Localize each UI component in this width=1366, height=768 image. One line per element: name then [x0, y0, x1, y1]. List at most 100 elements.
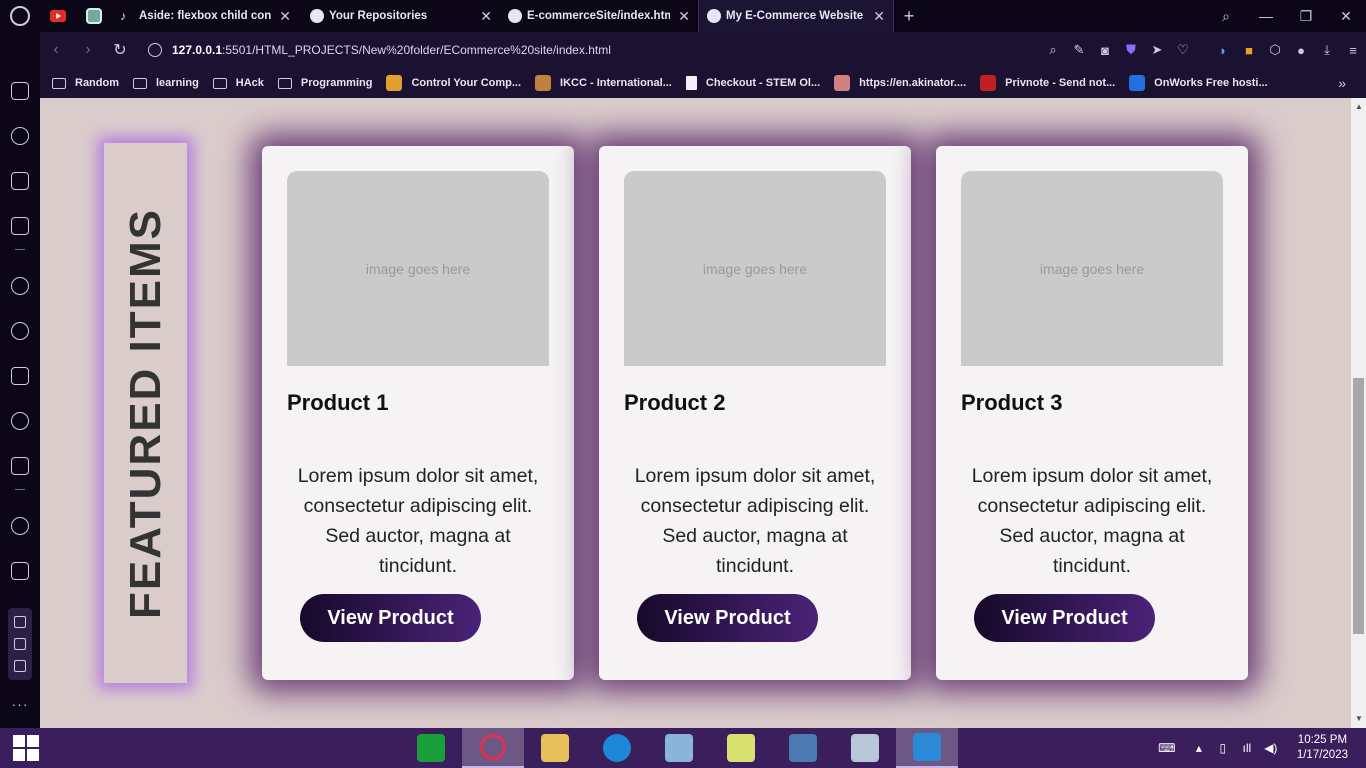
url-field[interactable]: 127.0.0.1:5501/HTML_PROJECTS/New%20folde… [172, 43, 611, 57]
twitter-icon[interactable] [11, 412, 29, 430]
battery-icon[interactable]: ▯ [1211, 741, 1235, 755]
tab-strip: ♪ Aside: flexbox child con ✕ Your Reposi… [0, 0, 1366, 32]
send-icon[interactable]: ➤ [1144, 40, 1170, 60]
vpn-shield-icon[interactable]: ⛊ [1118, 40, 1144, 60]
close-window-button[interactable]: ✕ [1326, 8, 1366, 25]
forward-button[interactable]: › [72, 41, 104, 59]
search-tabs-icon[interactable]: ⌕ [1206, 8, 1246, 25]
close-tab-icon[interactable]: ✕ [279, 8, 291, 25]
keyboard-icon[interactable]: ⌨ [1147, 741, 1187, 755]
messenger-icon[interactable] [11, 277, 29, 295]
taskbar-apps [400, 728, 958, 768]
whatsapp-icon[interactable] [11, 322, 29, 340]
profile-icon[interactable]: ● [1288, 40, 1314, 60]
taskbar-sticky-notes[interactable] [710, 728, 772, 768]
bookmark-ikcc[interactable]: IKCC - International... [535, 75, 672, 91]
opera-logo-icon [10, 6, 30, 26]
bookmark-folder-learning[interactable]: learning [133, 77, 199, 89]
instagram-icon[interactable] [11, 367, 29, 385]
bookmark-onworks[interactable]: OnWorks Free hosti... [1129, 75, 1268, 91]
taskbar-store[interactable] [400, 728, 462, 768]
cpu-limiter-icon[interactable] [14, 638, 26, 650]
minimize-button[interactable]: — [1246, 8, 1286, 24]
more-bookmarks-icon[interactable]: » [1338, 75, 1346, 91]
taskbar-vscode[interactable] [896, 728, 958, 768]
bookmark-label: Control Your Comp... [411, 77, 522, 89]
scroll-up-icon[interactable]: ▲ [1355, 102, 1363, 111]
site-icon [535, 75, 552, 91]
heart-icon[interactable]: ♡ [1170, 40, 1196, 60]
twitch-icon[interactable] [11, 217, 29, 235]
new-tab-button[interactable]: + [894, 6, 924, 27]
back-button[interactable]: ‹ [40, 41, 72, 59]
bookmark-folder-random[interactable]: Random [52, 77, 119, 89]
snapshot-icon[interactable]: ◙ [1092, 40, 1118, 60]
tab-aside-flexbox[interactable]: ♪ Aside: flexbox child con ✕ [112, 0, 302, 32]
taskbar-file-explorer[interactable] [524, 728, 586, 768]
bookmark-folder-programming[interactable]: Programming [277, 77, 372, 89]
bookmark-akinator[interactable]: https://en.akinator.... [834, 75, 966, 91]
image-placeholder-text: image goes here [702, 260, 808, 277]
tab-my-ecommerce-website[interactable]: My E-Commerce Website ✕ [698, 0, 894, 32]
image-placeholder-text: image goes here [365, 260, 471, 277]
view-product-button[interactable]: View Product [974, 594, 1155, 642]
scroll-down-icon[interactable]: ▼ [1355, 714, 1363, 723]
view-product-button[interactable]: View Product [637, 594, 818, 642]
ram-limiter-icon[interactable] [14, 616, 26, 628]
page-viewport: FEATURED ITEMS image goes here Product 1… [40, 98, 1351, 728]
network-limiter-icon[interactable] [14, 660, 26, 672]
view-product-button[interactable]: View Product [300, 594, 481, 642]
bookmark-privnote[interactable]: Privnote - Send not... [980, 75, 1115, 91]
scrollbar-thumb[interactable] [1353, 378, 1364, 634]
start-button[interactable] [0, 728, 52, 768]
send-sidebar-icon[interactable] [11, 562, 29, 580]
taskbar-task-manager[interactable] [834, 728, 896, 768]
volume-icon[interactable]: ◀) [1259, 741, 1283, 755]
tab-title: My E-Commerce Website [726, 10, 864, 22]
store-icon [417, 734, 445, 762]
speed-dial-icon[interactable] [11, 127, 29, 145]
easy-setup-icon[interactable]: ≡ [1340, 40, 1366, 60]
vscode-icon [913, 733, 941, 761]
taskbar-app-cube[interactable] [648, 728, 710, 768]
close-tab-icon[interactable]: ✕ [678, 8, 690, 25]
bookmark-folder-hack[interactable]: HAck [212, 77, 264, 89]
bookmark-checkout-stem[interactable]: Checkout - STEM Ol... [685, 76, 820, 90]
gx-corner-icon[interactable] [11, 172, 29, 190]
network-icon[interactable]: ıll [1235, 741, 1259, 755]
gx-control-group [8, 608, 32, 680]
bookmark-control-your-comp[interactable]: Control Your Comp... [386, 75, 521, 91]
more-options-icon[interactable]: ··· [12, 696, 29, 712]
discord-icon[interactable] [11, 457, 29, 475]
tab-ecommerce-github[interactable]: E-commerceSite/index.html ✕ [500, 0, 698, 32]
reload-button[interactable]: ↻ [104, 40, 136, 60]
pinned-tab-chatgpt[interactable] [76, 0, 112, 32]
audio-icon[interactable]: ◗ [1210, 40, 1236, 60]
clock[interactable]: 10:25 PM 1/17/2023 [1297, 733, 1348, 763]
pinned-tab-youtube[interactable] [40, 0, 76, 32]
restore-button[interactable]: ❐ [1286, 8, 1326, 25]
bookmarks-bar: Random learning HAck Programming Control… [40, 68, 1366, 98]
extension-icon[interactable]: ■ [1236, 40, 1262, 60]
zoom-icon[interactable]: ⌕ [1040, 40, 1066, 60]
show-hidden-icons-icon[interactable]: ▴ [1187, 741, 1211, 755]
taskbar-opera-gx[interactable] [462, 728, 524, 768]
sidebar-separator [15, 489, 25, 490]
clock-time: 10:25 PM [1297, 734, 1348, 746]
vertical-scrollbar[interactable]: ▲ ▼ [1351, 98, 1366, 728]
gx-controller-icon[interactable] [11, 82, 29, 100]
taskbar-edge[interactable] [586, 728, 648, 768]
player-icon[interactable] [11, 517, 29, 535]
tab-your-repositories[interactable]: Your Repositories ✕ [302, 0, 500, 32]
edit-icon[interactable]: ✎ [1066, 40, 1092, 60]
taskbar-virtualbox[interactable] [772, 728, 834, 768]
download-icon[interactable]: ⤓ [1314, 40, 1340, 60]
window-controls: ⌕ — ❐ ✕ [1206, 8, 1366, 25]
close-tab-icon[interactable]: ✕ [873, 8, 885, 25]
close-tab-icon[interactable]: ✕ [480, 8, 492, 25]
site-info-icon[interactable] [148, 43, 162, 57]
opera-menu-button[interactable] [0, 0, 40, 32]
extensions-cube-icon[interactable]: ⬡ [1262, 40, 1288, 60]
folder-icon [52, 77, 66, 89]
product-title: Product 2 [624, 390, 726, 415]
